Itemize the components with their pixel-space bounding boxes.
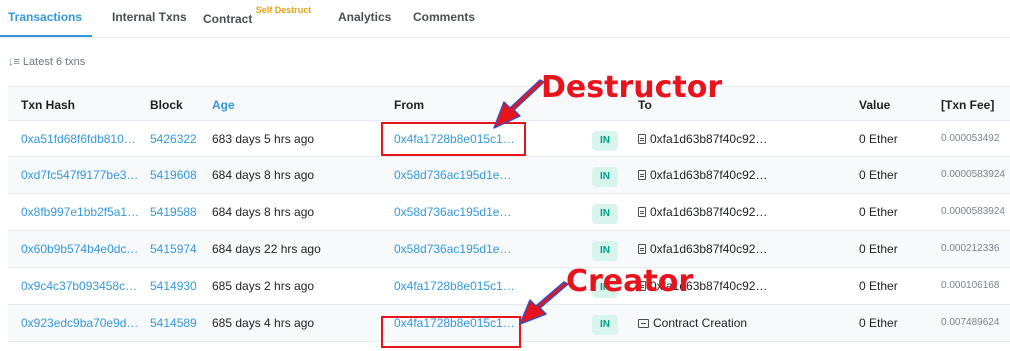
tab-contract[interactable]: Contract Self Destruct [203,5,311,26]
to-address[interactable]: 0xfa1d63b87f40c92… [638,205,767,219]
age-text: 683 days 5 hrs ago [212,132,315,146]
tab-contract-label: Contract [203,12,253,26]
contract-file-icon [638,170,646,180]
table-row: 0xd7fc547f9177be3… 5419608 684 days 8 hr… [8,157,1010,194]
from-address-link[interactable]: 0x4fa1728b8e015c1… [394,279,515,293]
contract-file-icon [638,207,646,217]
age-text: 684 days 8 hrs ago [212,168,315,182]
latest-txns-label: ↓≡ Latest 6 txns [8,56,85,68]
fee-text: 0.000106168 [941,280,1000,291]
fee-text: 0.007489624 [941,317,1000,328]
fee-text: 0.0000583924 [941,206,1005,217]
col-txn-hash: Txn Hash [21,98,76,112]
to-address-text: 0xfa1d63b87f40c92… [650,242,768,256]
col-value: Value [859,98,891,112]
table-row: 0x60b9b574b4e0dc… 5415974 684 days 22 hr… [8,231,1010,268]
value-text: 0 Ether [859,316,898,330]
to-address-text: 0xfa1d63b87f40c92… [650,132,768,146]
value-text: 0 Ether [859,205,898,219]
sort-icon[interactable]: ↓≡ [8,56,20,68]
col-block: Block [150,98,183,112]
contract-file-icon [638,134,646,144]
from-address-link[interactable]: 0x58d736ac195d1e… [394,242,511,256]
txn-hash-link[interactable]: 0x60b9b574b4e0dc… [21,242,138,256]
creator-annotation: Creator [566,264,694,299]
fee-text: 0.0000583924 [941,169,1005,180]
col-from: From [394,98,424,112]
value-text: 0 Ether [859,168,898,182]
direction-in-badge: IN [592,315,618,335]
txn-hash-link[interactable]: 0xa51fd68f6fdb810… [21,132,136,146]
block-link[interactable]: 5415974 [150,242,197,256]
direction-in-badge: IN [592,204,618,224]
tab-comments[interactable]: Comments [413,10,475,24]
to-contract-creation[interactable]: Contract Creation [638,316,747,330]
col-txn-fee[interactable]: [Txn Fee] [941,98,994,112]
destructor-arrow-icon [493,79,545,129]
block-link[interactable]: 5419608 [150,168,197,182]
self-destruct-badge: Self Destruct [255,5,312,15]
age-text: 684 days 22 hrs ago [212,242,321,256]
txn-hash-link[interactable]: 0x923edc9ba70e9d… [21,316,138,330]
txn-hash-link[interactable]: 0x8fb997e1bb2f5a1… [21,205,139,219]
to-address[interactable]: 0xfa1d63b87f40c92… [638,242,767,256]
tab-internal-txns[interactable]: Internal Txns [112,10,187,24]
direction-in-badge: IN [592,241,618,261]
value-text: 0 Ether [859,279,898,293]
direction-in-badge: IN [592,167,618,187]
to-address[interactable]: 0xfa1d63b87f40c92… [638,132,767,146]
direction-in-badge: IN [592,131,618,151]
col-age[interactable]: Age [212,98,235,112]
block-link[interactable]: 5414589 [150,316,197,330]
to-address-text: 0xfa1d63b87f40c92… [650,205,768,219]
fee-text: 0.000053492 [941,133,1000,144]
creator-highlight-box [381,316,521,348]
to-address-text: 0xfa1d63b87f40c92… [650,168,768,182]
value-text: 0 Ether [859,132,898,146]
block-link[interactable]: 5414930 [150,279,197,293]
tab-bar: Transactions Internal Txns Contract Self… [0,0,1010,38]
latest-txns-text: Latest 6 txns [22,56,86,68]
active-tab-indicator [0,35,92,37]
table-row: 0x8fb997e1bb2f5a1… 5419588 684 days 8 hr… [8,194,1010,231]
tab-analytics[interactable]: Analytics [338,10,391,24]
to-address[interactable]: 0xfa1d63b87f40c92… [638,168,767,182]
from-address-link[interactable]: 0x58d736ac195d1e… [394,168,511,182]
txn-hash-link[interactable]: 0xd7fc547f9177be3… [21,168,138,182]
destructor-annotation: Destructor [541,70,723,105]
fee-text: 0.000212336 [941,243,1000,254]
value-text: 0 Ether [859,242,898,256]
from-address-link[interactable]: 0x58d736ac195d1e… [394,205,511,219]
txn-hash-link[interactable]: 0x9c4c37b093458c… [21,279,137,293]
contract-creation-icon [638,319,649,328]
contract-file-icon [638,244,646,254]
creator-arrow-icon [519,281,569,325]
age-text: 685 days 2 hrs ago [212,279,315,293]
to-contract-creation-text: Contract Creation [653,316,748,330]
tab-transactions[interactable]: Transactions [8,10,82,24]
age-text: 684 days 8 hrs ago [212,205,315,219]
age-text: 685 days 4 hrs ago [212,316,315,330]
table-row: 0x9c4c37b093458c… 5414930 685 days 2 hrs… [8,268,1010,305]
block-link[interactable]: 5426322 [150,132,197,146]
block-link[interactable]: 5419588 [150,205,197,219]
